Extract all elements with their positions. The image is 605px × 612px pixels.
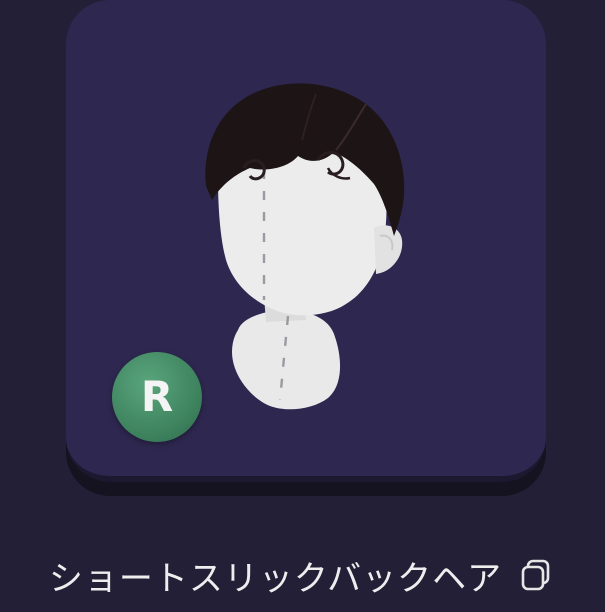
rarity-letter: R — [140, 372, 174, 421]
mannequin-body — [232, 310, 341, 410]
item-detail-view: R ショートスリックバックヘア — [0, 0, 605, 612]
copy-icon — [521, 559, 550, 591]
item-name: ショートスリックバックヘア — [48, 558, 503, 599]
item-caption: ショートスリックバックヘア — [0, 540, 605, 610]
mannequin-ear — [374, 225, 403, 274]
rarity-badge: R — [112, 352, 202, 442]
copy-button[interactable] — [516, 555, 556, 595]
